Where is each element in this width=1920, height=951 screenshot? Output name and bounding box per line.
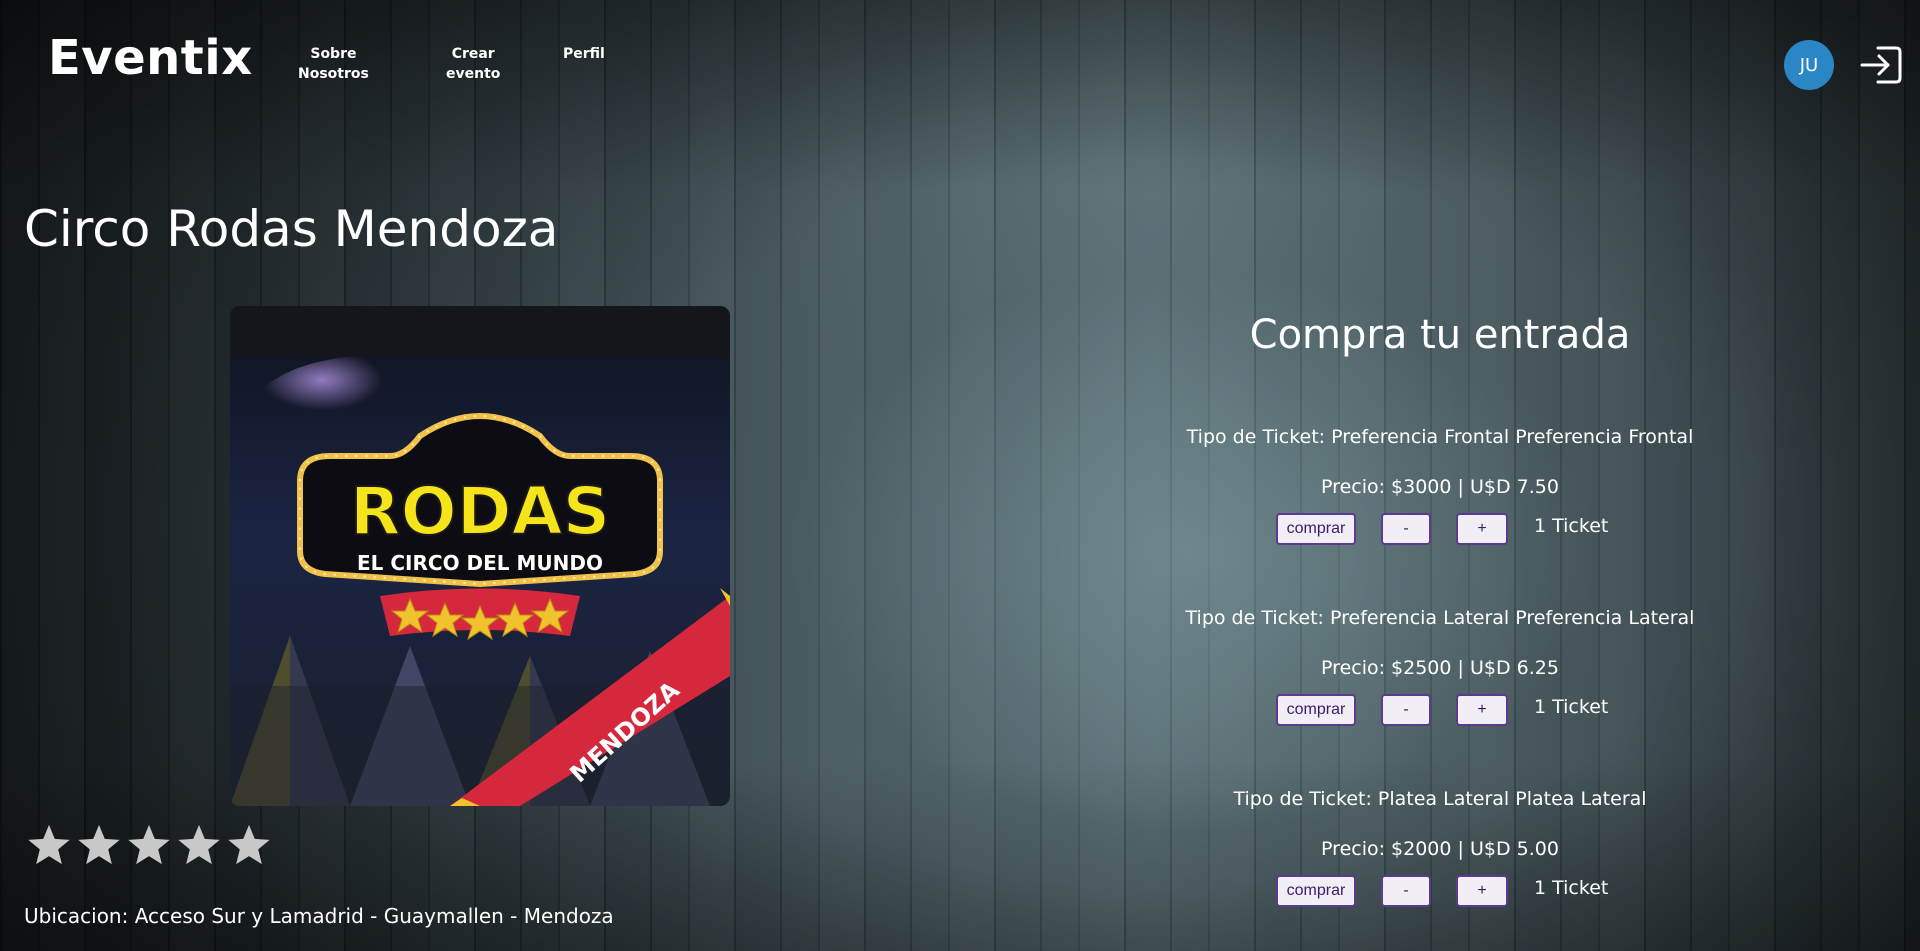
nav-crear-evento[interactable]: Crear evento [446, 44, 500, 84]
purchase-title: Compra tu entrada [1249, 312, 1631, 358]
logo[interactable]: Eventix [48, 30, 253, 86]
increase-button[interactable]: + [1456, 875, 1508, 907]
increase-button[interactable]: + [1456, 694, 1508, 726]
poster-image: RODAS EL CIRCO DEL MUNDO MENDOZA [230, 306, 730, 806]
logout-icon [1860, 46, 1902, 84]
star-icon[interactable] [226, 822, 272, 868]
ticket-price: Precio: $2500 | U$D 6.25 [1321, 657, 1559, 679]
nav-label-line2: evento [446, 66, 501, 82]
ticket-option: Tipo de Ticket: Platea Lateral Platea La… [1120, 787, 1760, 911]
ticket-controls: comprar - + 1 Ticket [1120, 694, 1760, 730]
poster-brand: RODAS [350, 473, 610, 550]
ticket-controls: comprar - + 1 Ticket [1120, 875, 1760, 911]
nav-label-line1: Perfil [563, 46, 605, 62]
ticket-quantity: 1 Ticket [1534, 696, 1609, 718]
ticket-option: Tipo de Ticket: Preferencia Frontal Pref… [1120, 425, 1760, 549]
event-title: Circo Rodas Mendoza [24, 200, 559, 258]
increase-button[interactable]: + [1456, 513, 1508, 545]
decrease-button[interactable]: - [1381, 513, 1431, 545]
ticket-controls: comprar - + 1 Ticket [1120, 513, 1760, 549]
ticket-type: Tipo de Ticket: Preferencia Lateral Pref… [1185, 607, 1695, 629]
event-poster: RODAS EL CIRCO DEL MUNDO MENDOZA [230, 306, 730, 806]
nav-sobre-nosotros[interactable]: Sobre Nosotros [298, 44, 369, 84]
poster-tagline: EL CIRCO DEL MUNDO [357, 551, 603, 575]
decrease-button[interactable]: - [1381, 694, 1431, 726]
star-icon[interactable] [126, 822, 172, 868]
decrease-button[interactable]: - [1381, 875, 1431, 907]
buy-button[interactable]: comprar [1276, 694, 1356, 726]
nav-label-line1: Sobre [310, 46, 357, 62]
page: Eventix Sobre Nosotros Crear evento Perf… [0, 0, 1920, 951]
nav-label-line2: Nosotros [298, 66, 369, 82]
buy-button[interactable]: comprar [1276, 875, 1356, 907]
buy-button[interactable]: comprar [1276, 513, 1356, 545]
avatar[interactable]: JU [1784, 40, 1834, 90]
ticket-quantity: 1 Ticket [1534, 515, 1609, 537]
ticket-price: Precio: $3000 | U$D 7.50 [1321, 476, 1559, 498]
star-icon[interactable] [176, 822, 222, 868]
ticket-quantity: 1 Ticket [1534, 877, 1609, 899]
rating-stars[interactable] [26, 822, 272, 868]
ticket-price: Precio: $2000 | U$D 5.00 [1321, 838, 1559, 860]
star-icon[interactable] [76, 822, 122, 868]
ticket-type: Tipo de Ticket: Preferencia Frontal Pref… [1186, 426, 1694, 448]
nav-label-line1: Crear [451, 46, 495, 62]
event-location: Ubicacion: Acceso Sur y Lamadrid - Guaym… [24, 904, 614, 928]
logout-button[interactable] [1858, 42, 1904, 88]
nav-perfil[interactable]: Perfil [563, 44, 605, 64]
ticket-type: Tipo de Ticket: Platea Lateral Platea La… [1233, 788, 1647, 810]
ticket-option: Tipo de Ticket: Preferencia Lateral Pref… [1120, 606, 1760, 730]
star-icon[interactable] [26, 822, 72, 868]
